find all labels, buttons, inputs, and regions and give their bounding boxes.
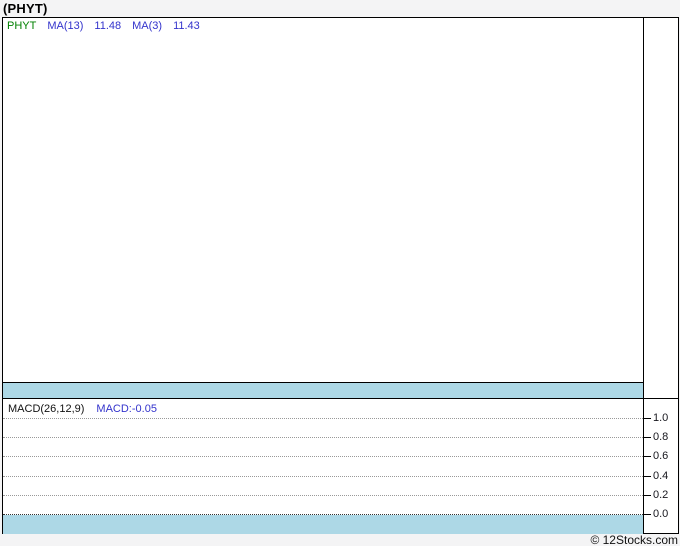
y-tick-label: 0.6 (653, 450, 669, 462)
separator-band-top (3, 383, 643, 398)
ticker-symbol-label: PHYT (7, 20, 37, 32)
macd-legend: MACD(26,12,9) MACD:-0.05 (8, 403, 157, 415)
ma13-value: 11.48 (94, 20, 122, 32)
y-tick-label: 0.0 (653, 508, 669, 520)
ma3-value: 11.43 (173, 20, 200, 32)
page-title: (PHYT) (3, 1, 48, 16)
gridline-0-4 (3, 476, 643, 477)
y-tick-label: 0.8 (653, 431, 669, 443)
site-credit: © 12Stocks.com (590, 533, 678, 546)
y-tick (643, 476, 651, 477)
chart-container: PHYT MA(13) 11.48 MA(3) 11.43 MACD(26,12,9) M… (2, 17, 679, 534)
y-tick-label: 1.0 (653, 412, 669, 424)
gridline-0-2 (3, 495, 643, 496)
y-tick (643, 495, 651, 496)
separator-band-bottom (3, 515, 643, 534)
ma13-label: MA(13) (47, 20, 84, 32)
gridline-0-8 (3, 437, 643, 438)
macd-panel-top-border (3, 398, 678, 399)
y-tick (643, 437, 651, 438)
y-tick-label: 0.2 (653, 489, 669, 501)
y-tick (643, 418, 651, 419)
gridline-0-6 (3, 456, 643, 457)
y-tick (643, 456, 651, 457)
price-legend: PHYT MA(13) 11.48 MA(3) 11.43 (7, 20, 211, 32)
gridline-1-0 (3, 418, 643, 419)
y-tick (643, 514, 651, 515)
ma3-label: MA(3) (132, 20, 163, 32)
macd-value-label: MACD:-0.05 (96, 403, 157, 415)
macd-indicator-label: MACD(26,12,9) (8, 403, 85, 415)
y-tick-label: 0.4 (653, 470, 669, 482)
